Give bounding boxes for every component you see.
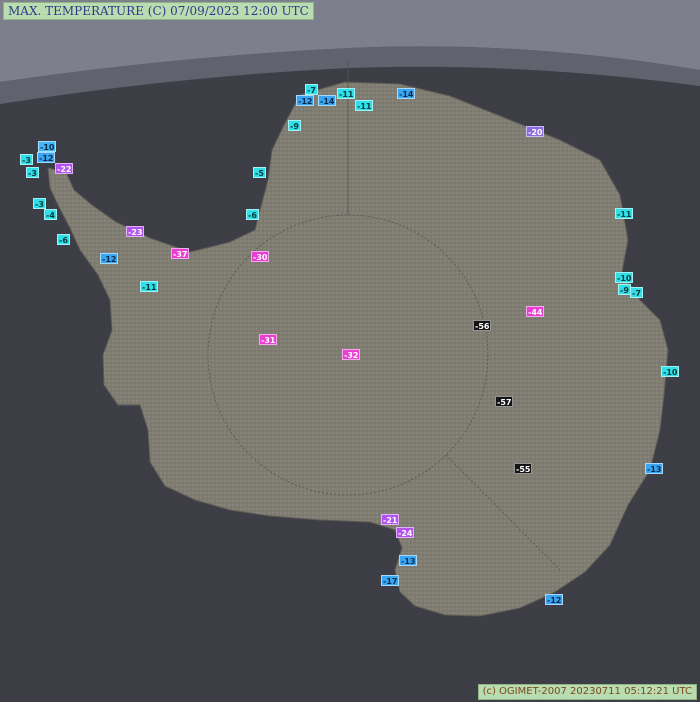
station-temperature-label: -14 [397, 88, 416, 99]
station-temperature-label: -12 [296, 95, 315, 106]
station-temperature-label: -21 [381, 514, 400, 525]
station-temperature-label: -11 [355, 100, 374, 111]
station-temperature-label: -32 [342, 349, 361, 360]
copyright-label: (c) OGIMET-2007 20230711 05:12:21 UTC [477, 684, 697, 700]
station-temperature-label: -10 [615, 272, 634, 283]
station-temperature-label: -7 [305, 84, 318, 95]
station-temperature-label: -10 [661, 366, 680, 377]
station-temperature-label: -12 [100, 253, 119, 264]
station-temperature-label: -13 [399, 555, 418, 566]
station-temperature-label: -11 [337, 88, 356, 99]
station-temperature-label: -22 [55, 163, 74, 174]
station-temperature-label: -13 [645, 463, 664, 474]
station-temperature-label: -10 [38, 141, 57, 152]
station-temperature-label: -11 [140, 281, 159, 292]
station-temperature-label: -9 [288, 120, 301, 131]
map-title: MAX. TEMPERATURE (C) 07/09/2023 12:00 UT… [3, 2, 314, 20]
station-temperature-label: -12 [37, 152, 56, 163]
station-temperature-label: -6 [246, 209, 259, 220]
station-temperature-label: -7 [630, 287, 643, 298]
station-temperature-label: -37 [171, 248, 190, 259]
station-temperature-label: -57 [495, 396, 514, 407]
station-temperature-label: -56 [473, 320, 492, 331]
station-temperature-label: -3 [20, 154, 33, 165]
station-temperature-label: -23 [126, 226, 145, 237]
station-temperature-label: -55 [514, 463, 533, 474]
station-temperature-label: -20 [526, 126, 545, 137]
station-temperature-label: -44 [526, 306, 545, 317]
station-temperature-label: -24 [396, 527, 415, 538]
station-temperature-label: -9 [618, 284, 631, 295]
station-temperature-label: -3 [33, 198, 46, 209]
station-temperature-label: -5 [253, 167, 266, 178]
station-temperature-label: -30 [251, 251, 270, 262]
station-temperature-label: -17 [381, 575, 400, 586]
station-temperature-label: -12 [545, 594, 564, 605]
station-temperature-label: -6 [57, 234, 70, 245]
station-temperature-label: -14 [318, 95, 337, 106]
station-temperature-label: -4 [44, 209, 57, 220]
station-temperature-label: -31 [259, 334, 278, 345]
station-temperature-label: -11 [615, 208, 634, 219]
station-temperature-label: -3 [26, 167, 39, 178]
